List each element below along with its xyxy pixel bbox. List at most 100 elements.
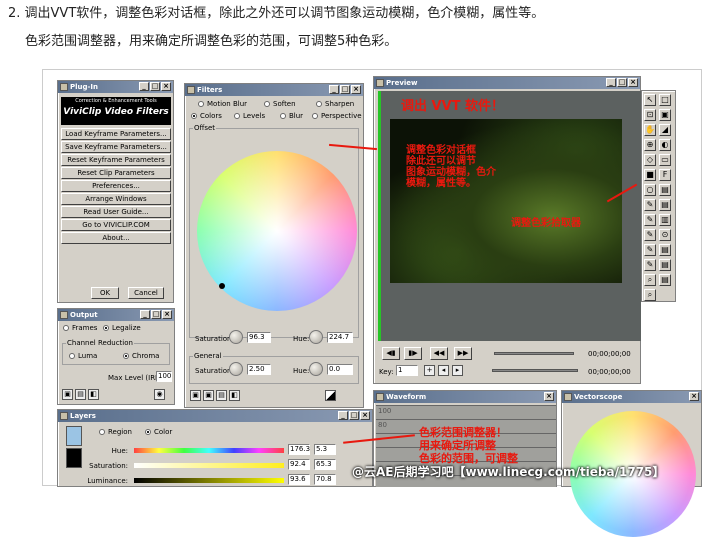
- general-saturation-knob[interactable]: [229, 362, 243, 376]
- hue-input[interactable]: 224.7: [327, 332, 353, 343]
- close-button[interactable]: ×: [161, 82, 171, 91]
- read-user-guide-button[interactable]: Read User Guide...: [61, 206, 171, 218]
- close-button[interactable]: ×: [351, 85, 361, 94]
- film-icon[interactable]: ▤: [659, 184, 671, 196]
- hue-value-2[interactable]: 5.3: [314, 444, 336, 455]
- tab-sharpen[interactable]: Sharpen: [315, 98, 354, 110]
- tab-color[interactable]: Color: [144, 426, 172, 438]
- about-button[interactable]: About...: [61, 232, 171, 244]
- minimize-button[interactable]: _: [139, 82, 149, 91]
- minimize-button[interactable]: _: [606, 78, 616, 87]
- ok-button[interactable]: OK: [91, 287, 119, 299]
- film-icon[interactable]: ▤: [659, 244, 671, 256]
- save-icon[interactable]: ▣: [203, 390, 214, 401]
- fit-icon[interactable]: ▣: [659, 109, 671, 121]
- frame-icon[interactable]: □: [659, 94, 671, 106]
- close-button[interactable]: ×: [162, 310, 172, 319]
- shape-icon[interactable]: ◇: [644, 154, 656, 166]
- step-back-button[interactable]: ◀◀: [430, 347, 448, 360]
- close-button[interactable]: ×: [360, 411, 370, 420]
- general-hue-knob[interactable]: [309, 362, 323, 376]
- cancel-button[interactable]: Cancel: [128, 287, 164, 299]
- keyframe-prev-icon[interactable]: ◂: [438, 365, 449, 376]
- fx-icon[interactable]: F: [659, 169, 671, 181]
- save-keyframe-button[interactable]: Save Keyframe Parameters...: [61, 141, 171, 153]
- max-level-input[interactable]: 100: [156, 371, 172, 382]
- hand-icon[interactable]: ✋: [644, 124, 656, 136]
- saturation-value-1[interactable]: 92.4: [288, 459, 310, 470]
- saturation-range-slider[interactable]: [134, 463, 284, 468]
- close-button[interactable]: ×: [544, 392, 554, 401]
- minimize-button[interactable]: _: [140, 310, 150, 319]
- target-icon[interactable]: ⊙: [659, 229, 671, 241]
- keyframe-add-icon[interactable]: +: [424, 365, 435, 376]
- maximize-button[interactable]: □: [617, 78, 627, 87]
- color-picker-handle[interactable]: [219, 283, 225, 289]
- arrange-windows-button[interactable]: Arrange Windows: [61, 193, 171, 205]
- preferences-button[interactable]: Preferences...: [61, 180, 171, 192]
- minimize-button[interactable]: _: [338, 411, 348, 420]
- keyframe-slider[interactable]: [492, 369, 578, 372]
- tab-perspective[interactable]: Perspective: [311, 110, 362, 122]
- film-icon[interactable]: ▤: [659, 259, 671, 271]
- load-icon[interactable]: ▤: [75, 389, 86, 400]
- layer-swatch-blue[interactable]: [66, 426, 82, 446]
- levels-icon[interactable]: ▥: [659, 214, 671, 226]
- tab-colors[interactable]: Colors: [190, 110, 222, 122]
- close-button[interactable]: ×: [689, 392, 699, 401]
- minimize-button[interactable]: _: [329, 85, 339, 94]
- maximize-button[interactable]: □: [340, 85, 350, 94]
- luminance-value-2[interactable]: 70.8: [314, 474, 336, 485]
- luminance-range-slider[interactable]: [134, 478, 284, 483]
- maximize-button[interactable]: □: [151, 310, 161, 319]
- square-icon[interactable]: ■: [644, 169, 656, 181]
- tab-motion-blur[interactable]: Motion Blur: [197, 98, 247, 110]
- compare-icon[interactable]: [325, 390, 336, 401]
- tab-blur[interactable]: Blur: [279, 110, 303, 122]
- load-keyframe-button[interactable]: Load Keyframe Parameters...: [61, 128, 171, 140]
- gradient-icon[interactable]: ◢: [659, 124, 671, 136]
- keyframe-next-icon[interactable]: ▸: [452, 365, 463, 376]
- timeline-slider[interactable]: [494, 352, 574, 355]
- layer-swatch-black[interactable]: [66, 448, 82, 468]
- luminance-value-1[interactable]: 93.6: [288, 474, 310, 485]
- eyedropper-icon[interactable]: ✎: [644, 244, 656, 256]
- eyedropper-icon[interactable]: ✎: [644, 229, 656, 241]
- step-forward-button[interactable]: ▶▶: [454, 347, 472, 360]
- tab-levels[interactable]: Levels: [233, 110, 265, 122]
- hue-knob[interactable]: [309, 330, 323, 344]
- film-icon[interactable]: ▤: [659, 199, 671, 211]
- reset-icon[interactable]: ◧: [88, 389, 99, 400]
- zoom-in-icon[interactable]: ⊕: [644, 139, 656, 151]
- tab-soften[interactable]: Soften: [263, 98, 296, 110]
- general-hue-input[interactable]: 0.0: [327, 364, 353, 375]
- load-icon[interactable]: ▤: [216, 390, 227, 401]
- save-icon[interactable]: ▣: [190, 390, 201, 401]
- reset-clip-button[interactable]: Reset Clip Parameters: [61, 167, 171, 179]
- arrow-icon[interactable]: ↖: [644, 94, 656, 106]
- play-button[interactable]: ▮▶: [404, 347, 422, 360]
- tab-frames[interactable]: Frames: [62, 322, 97, 334]
- hue-value-1[interactable]: 176.3: [288, 444, 310, 455]
- crop-icon[interactable]: ⊡: [644, 109, 656, 121]
- saturation-input[interactable]: 96.3: [247, 332, 271, 343]
- rect-icon[interactable]: ▭: [659, 154, 671, 166]
- tab-legalize[interactable]: Legalize: [102, 322, 141, 334]
- close-button[interactable]: ×: [628, 78, 638, 87]
- eyedropper-icon[interactable]: ✎: [644, 214, 656, 226]
- saturation-value-2[interactable]: 65.3: [314, 459, 336, 470]
- eyedropper-icon[interactable]: ✎: [644, 199, 656, 211]
- magnify-icon[interactable]: ⌕: [644, 289, 656, 301]
- tab-region[interactable]: Region: [98, 426, 132, 438]
- go-to-viviclip-button[interactable]: Go to VIVICLIP.COM: [61, 219, 171, 231]
- maximize-button[interactable]: □: [150, 82, 160, 91]
- saturation-knob[interactable]: [229, 330, 243, 344]
- eyedropper-icon[interactable]: ✎: [644, 259, 656, 271]
- reset-keyframe-button[interactable]: Reset Keyframe Parameters: [61, 154, 171, 166]
- magnify-icon[interactable]: ⌕: [644, 274, 656, 286]
- luma-radio[interactable]: Luma: [68, 350, 97, 362]
- circle-icon[interactable]: ○: [644, 184, 656, 196]
- chroma-radio[interactable]: Chroma: [122, 350, 159, 362]
- save-icon[interactable]: ▣: [62, 389, 73, 400]
- maximize-button[interactable]: □: [349, 411, 359, 420]
